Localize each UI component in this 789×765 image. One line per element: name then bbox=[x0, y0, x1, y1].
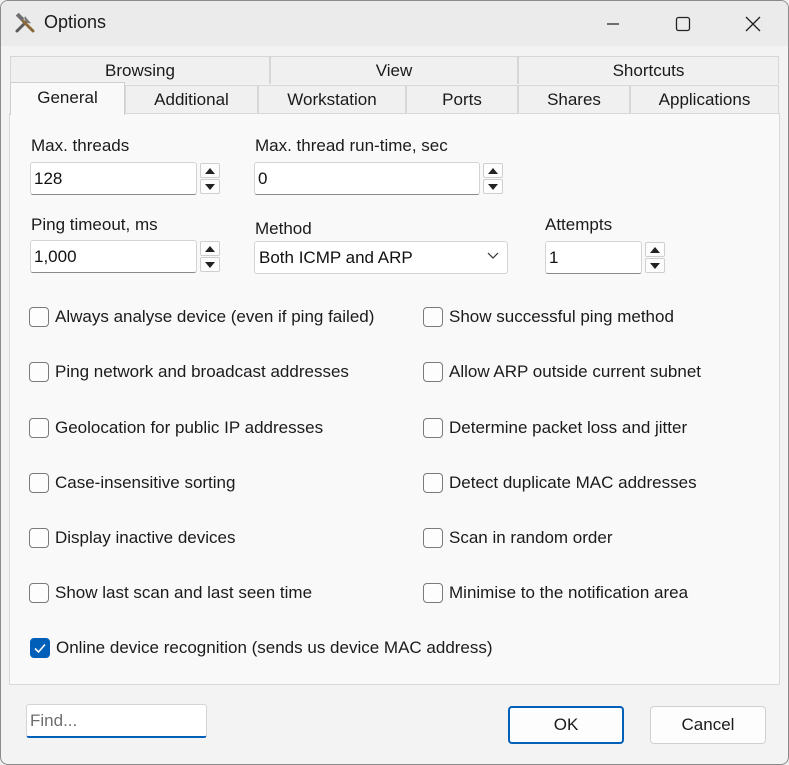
max-threads-up[interactable] bbox=[200, 163, 220, 178]
checkbox-label: Ping network and broadcast addresses bbox=[55, 362, 349, 381]
tab-label: View bbox=[375, 61, 413, 80]
tab-shares[interactable]: Shares bbox=[518, 85, 630, 113]
title-bar[interactable]: Options bbox=[1, 1, 788, 46]
tab-view[interactable]: View bbox=[270, 56, 518, 84]
packet-loss-checkbox[interactable]: Determine packet loss and jitter bbox=[423, 416, 687, 440]
tab-label: Ports bbox=[442, 90, 482, 109]
attempts-down[interactable] bbox=[645, 258, 665, 273]
options-dialog: Options Browsing View Shortcuts General … bbox=[0, 0, 789, 765]
tab-label: Workstation bbox=[287, 90, 377, 109]
checkbox-label: Show successful ping method bbox=[449, 307, 674, 326]
method-value: Both ICMP and ARP bbox=[259, 248, 413, 267]
max-threads-input[interactable]: 128 bbox=[30, 162, 197, 195]
checkbox-label: Online device recognition (sends us devi… bbox=[56, 638, 493, 657]
minimize-icon bbox=[607, 22, 619, 25]
checkbox-label: Show last scan and last seen time bbox=[55, 583, 313, 602]
ping-timeout-input[interactable]: 1,000 bbox=[30, 240, 197, 273]
show-ping-method-checkbox[interactable]: Show successful ping method bbox=[423, 305, 674, 329]
attempts-up[interactable] bbox=[645, 242, 665, 257]
show-last-scan-checkbox[interactable]: Show last scan and last seen time bbox=[29, 581, 312, 605]
find-input[interactable]: Find... bbox=[26, 704, 207, 738]
arrow-up-icon bbox=[650, 246, 660, 253]
tab-ports[interactable]: Ports bbox=[406, 85, 518, 113]
tab-browsing[interactable]: Browsing bbox=[10, 56, 270, 84]
duplicate-mac-checkbox[interactable]: Detect duplicate MAC addresses bbox=[423, 471, 697, 495]
checkbox-box[interactable] bbox=[423, 418, 443, 438]
tab-label: Applications bbox=[658, 90, 751, 109]
always-analyse-checkbox[interactable]: Always analyse device (even if ping fail… bbox=[29, 305, 374, 329]
method-label: Method bbox=[255, 219, 312, 238]
checkbox-box[interactable] bbox=[29, 528, 49, 548]
arrow-up-icon bbox=[205, 167, 215, 174]
arrow-down-icon bbox=[650, 262, 660, 269]
checkbox-label: Geolocation for public IP addresses bbox=[55, 418, 324, 437]
ping-timeout-up[interactable] bbox=[200, 241, 220, 256]
tab-applications[interactable]: Applications bbox=[630, 85, 779, 113]
ping-timeout-down[interactable] bbox=[200, 257, 220, 272]
checkbox-label: Minimise to the notification area bbox=[449, 583, 689, 602]
max-threads-down[interactable] bbox=[200, 179, 220, 194]
max-runtime-up[interactable] bbox=[483, 163, 503, 178]
checkbox-label: Determine packet loss and jitter bbox=[449, 418, 688, 437]
attempts-label: Attempts bbox=[545, 215, 613, 234]
arrow-down-icon bbox=[205, 261, 215, 268]
arrow-down-icon bbox=[205, 183, 215, 190]
attempts-input[interactable]: 1 bbox=[545, 241, 642, 274]
ping-timeout-label: Ping timeout, ms bbox=[31, 215, 158, 234]
case-insensitive-checkbox[interactable]: Case-insensitive sorting bbox=[29, 471, 235, 495]
tab-label: Additional bbox=[154, 90, 229, 109]
random-order-checkbox[interactable]: Scan in random order bbox=[423, 526, 612, 550]
tab-shortcuts[interactable]: Shortcuts bbox=[518, 56, 779, 84]
checkbox-label: Case-insensitive sorting bbox=[55, 473, 236, 492]
close-button[interactable] bbox=[721, 1, 785, 46]
checkmark-icon bbox=[34, 643, 46, 654]
checkbox-box[interactable] bbox=[29, 583, 49, 603]
checkbox-box[interactable] bbox=[423, 583, 443, 603]
arrow-down-icon bbox=[488, 183, 498, 190]
max-runtime-label: Max. thread run-time, sec bbox=[255, 136, 448, 155]
checkbox-label: Display inactive devices bbox=[55, 528, 236, 547]
checkbox-box[interactable] bbox=[423, 528, 443, 548]
maximize-icon bbox=[675, 16, 691, 31]
checkbox-label: Always analyse device (even if ping fail… bbox=[55, 307, 375, 326]
checkbox-box[interactable] bbox=[29, 418, 49, 438]
method-select[interactable]: Both ICMP and ARP bbox=[254, 241, 508, 274]
arrow-up-icon bbox=[488, 167, 498, 174]
tab-label: Browsing bbox=[105, 61, 175, 80]
tab-label: General bbox=[37, 88, 98, 107]
ok-button[interactable]: OK bbox=[508, 706, 624, 744]
tab-general[interactable]: General bbox=[10, 82, 125, 115]
minimize-button[interactable] bbox=[581, 1, 645, 46]
checkbox-box[interactable] bbox=[29, 307, 49, 327]
online-recognition-checkbox[interactable]: Online device recognition (sends us devi… bbox=[30, 636, 493, 660]
max-runtime-input[interactable]: 0 bbox=[254, 162, 480, 195]
minimise-notification-checkbox[interactable]: Minimise to the notification area bbox=[423, 581, 688, 605]
checkbox-label: Scan in random order bbox=[449, 528, 613, 547]
chevron-down-icon bbox=[487, 252, 499, 259]
checkbox-box[interactable] bbox=[423, 307, 443, 327]
tab-additional[interactable]: Additional bbox=[125, 85, 258, 113]
checkbox-box[interactable] bbox=[29, 473, 49, 493]
geolocation-checkbox[interactable]: Geolocation for public IP addresses bbox=[29, 416, 323, 440]
arrow-up-icon bbox=[205, 245, 215, 252]
display-inactive-checkbox[interactable]: Display inactive devices bbox=[29, 526, 235, 550]
checkbox-label: Detect duplicate MAC addresses bbox=[449, 473, 697, 492]
checkbox-box[interactable] bbox=[30, 638, 50, 658]
checkbox-box[interactable] bbox=[29, 362, 49, 382]
tab-workstation[interactable]: Workstation bbox=[258, 85, 406, 113]
tools-icon bbox=[13, 12, 37, 36]
max-runtime-down[interactable] bbox=[483, 179, 503, 194]
max-threads-label: Max. threads bbox=[31, 136, 130, 155]
close-icon bbox=[745, 16, 761, 31]
tab-label: Shortcuts bbox=[612, 61, 685, 80]
checkbox-box[interactable] bbox=[423, 362, 443, 382]
ping-broadcast-checkbox[interactable]: Ping network and broadcast addresses bbox=[29, 360, 349, 384]
cancel-button[interactable]: Cancel bbox=[650, 706, 766, 744]
checkbox-label: Allow ARP outside current subnet bbox=[449, 362, 701, 381]
tab-label: Shares bbox=[547, 90, 601, 109]
window-title: Options bbox=[44, 12, 107, 32]
allow-arp-checkbox[interactable]: Allow ARP outside current subnet bbox=[423, 360, 701, 384]
maximize-button[interactable] bbox=[651, 1, 715, 46]
checkbox-box[interactable] bbox=[423, 473, 443, 493]
